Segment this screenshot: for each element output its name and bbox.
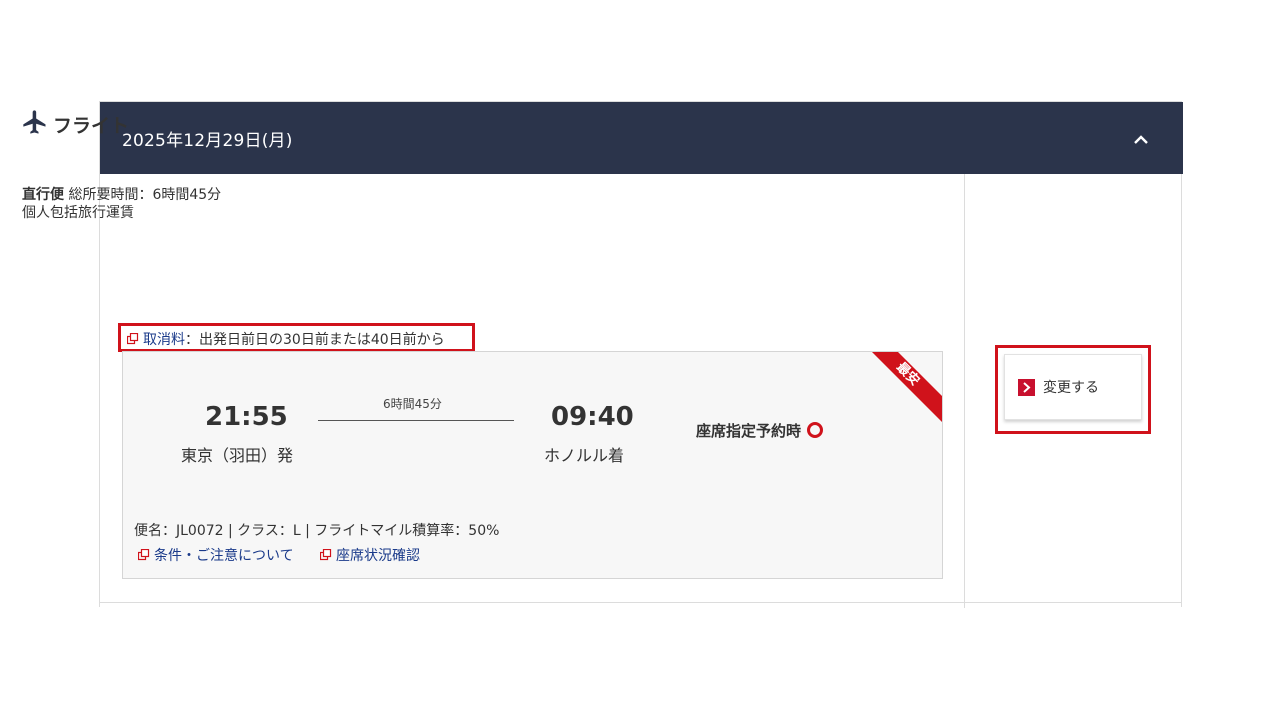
cancel-fee-row: 取消料：出発日前日の30日前または40日前から (127, 329, 445, 349)
flight-duration: 6時間45分 (383, 397, 442, 411)
seat-status-link[interactable]: 座席状況確認 (320, 548, 420, 564)
flight-date: 2025年12月29日(月) (122, 131, 293, 151)
flight-card: 最安 21:55 東京（羽田）発 6時間45分 09:40 ホノルル着 座席指定… (122, 351, 943, 579)
cancel-fee-text: ：出発日前日の30日前または40日前から (185, 332, 445, 348)
cancel-fee-link[interactable]: 取消料 (143, 332, 185, 348)
change-button-label: 変更する (1043, 380, 1099, 396)
fare-type: 個人包括旅行運賃 (22, 205, 134, 221)
arrival-city: ホノルル着 (544, 446, 625, 465)
departure-time: 21:55 (205, 402, 288, 432)
external-link-icon (138, 549, 150, 561)
route-line (318, 420, 514, 421)
direct-flight-label: 直行便 (22, 187, 64, 203)
arrival-time: 09:40 (551, 402, 634, 432)
flight-links: 条件・ご注意について 座席状況確認 (138, 545, 442, 565)
seat-reservation: 座席指定予約時 (696, 420, 824, 441)
total-duration: 総所要時間：6時間45分 (68, 187, 222, 203)
date-header[interactable]: 2025年12月29日(月) (100, 102, 1183, 174)
cheapest-badge: 最安 (872, 352, 942, 422)
departure-city: 東京（羽田）発 (181, 446, 294, 465)
itinerary-info: 直行便 総所要時間：6時間45分 個人包括旅行運賃 (22, 186, 222, 221)
column-divider (964, 174, 965, 608)
external-link-icon (320, 549, 332, 561)
seat-status-link-label: 座席状況確認 (336, 548, 421, 564)
chevron-up-icon[interactable] (1129, 128, 1153, 152)
change-button[interactable]: 変更する (1004, 354, 1142, 420)
available-circle-icon (807, 422, 824, 438)
conditions-link[interactable]: 条件・ご注意について (138, 548, 294, 564)
seat-reservation-label: 座席指定予約時 (696, 422, 802, 440)
section-title: フライト (53, 115, 130, 137)
row-divider (100, 602, 1182, 603)
chevron-right-icon (1018, 379, 1035, 396)
flight-details: 便名：JL0072 | クラス：L | フライトマイル積算率：50% (134, 523, 500, 539)
airplane-icon (23, 110, 46, 134)
conditions-link-label: 条件・ご注意について (154, 548, 294, 564)
external-link-icon (127, 333, 139, 345)
